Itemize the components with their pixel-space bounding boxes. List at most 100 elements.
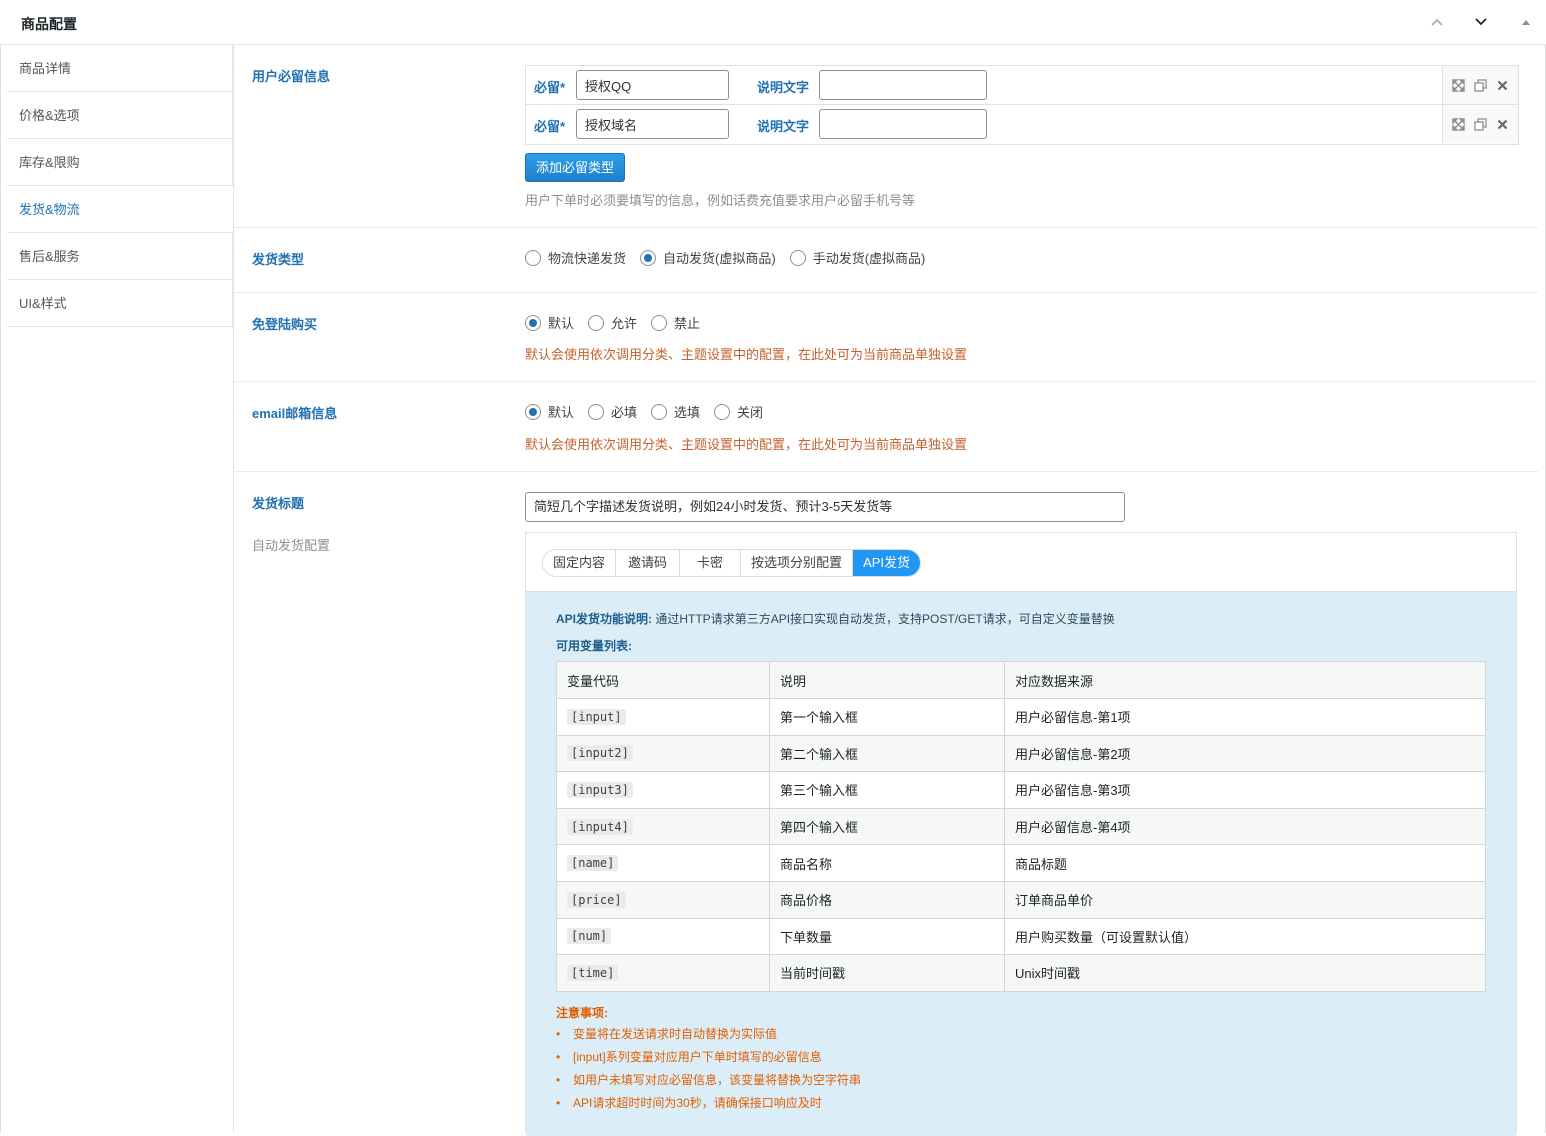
variables-title: 可用变量列表: xyxy=(556,639,632,653)
radio-label: 必填 xyxy=(611,405,638,420)
table-cell: 第一个输入框 xyxy=(769,698,1005,736)
ship-type-radios: 物流快递发货 自动发货(虚拟商品) 手动发货(虚拟商品) xyxy=(525,248,939,267)
table-row: [time] 当前时间戳 Unix时间戳 xyxy=(556,954,1486,992)
radio-ship-express[interactable]: 物流快递发货 xyxy=(525,248,626,267)
main-content: 用户必留信息 必留* 说明文字 xyxy=(233,45,1538,1136)
drag-expand-icon[interactable] xyxy=(1450,77,1466,93)
variable-code-cell: [time] xyxy=(556,954,770,992)
variable-code: [input] xyxy=(567,708,626,725)
tab-card-secret[interactable]: 卡密 xyxy=(680,550,742,576)
chevron-up-icon[interactable] xyxy=(1427,12,1447,32)
radio-circle[interactable] xyxy=(651,314,668,331)
radio-circle[interactable] xyxy=(789,249,806,266)
table-row: [price] 商品价格 订单商品单价 xyxy=(556,880,1486,919)
radio-circle[interactable] xyxy=(588,314,605,331)
required-row-label: 必留* xyxy=(534,119,566,134)
remove-icon[interactable] xyxy=(1495,77,1511,93)
required-field-input[interactable] xyxy=(576,109,729,139)
radio-guest-allow[interactable]: 允许 xyxy=(588,313,637,332)
tab-invite-code[interactable]: 邀请码 xyxy=(616,550,681,576)
panel-title: 商品配置 xyxy=(21,16,77,32)
table-cell: 第三个输入框 xyxy=(769,771,1005,809)
copy-icon[interactable] xyxy=(1472,116,1488,132)
radio-guest-forbid[interactable]: 禁止 xyxy=(651,313,700,332)
section-required-info: 用户必留信息 必留* 说明文字 xyxy=(234,45,1538,228)
notes-list: 变量将在发送请求时自动替换为实际值 [input]系列变量对应用户下单时填写的必… xyxy=(556,1023,861,1115)
variable-code: [time] xyxy=(567,964,619,981)
drag-expand-icon[interactable] xyxy=(1450,116,1466,132)
email-info-radios: 默认 必填 选填 关闭 xyxy=(525,402,777,421)
radio-label: 默认 xyxy=(548,316,575,331)
radio-circle[interactable] xyxy=(525,249,541,266)
notes-title: 注意事项: xyxy=(556,1006,608,1020)
sidebar-item-details[interactable]: 商品详情 xyxy=(7,45,232,92)
variable-code-cell: [input] xyxy=(556,698,770,736)
radio-email-optional[interactable]: 选填 xyxy=(651,402,700,421)
radio-label: 自动发货(虚拟商品) xyxy=(663,251,776,266)
variable-code-cell: [input3] xyxy=(556,771,770,809)
row-tools xyxy=(1442,66,1518,104)
collapse-toggle-icon[interactable] xyxy=(1516,12,1536,32)
table-cell: 下单数量 xyxy=(769,917,1005,956)
radio-circle[interactable] xyxy=(525,314,541,331)
column-header: 变量代码 xyxy=(556,661,770,699)
radio-circle[interactable] xyxy=(640,249,657,266)
sidebar-nav: 商品详情 价格&选项 库存&限购 发货&物流 售后&服务 UI&样式 xyxy=(7,45,233,327)
radio-email-off[interactable]: 关闭 xyxy=(714,402,763,421)
sidebar-item-stock[interactable]: 库存&限购 xyxy=(7,139,232,186)
auto-ship-config: 固定内容 邀请码 卡密 按选项分别配置 API发货 API发货功能说明: 通过H… xyxy=(525,532,1517,1136)
add-required-type-button[interactable]: 添加必留类型 xyxy=(525,153,626,182)
section-ship-type: 发货类型 物流快递发货 自动发货(虚拟商品) 手动发货(虚拟商品) xyxy=(234,228,1538,293)
sidebar: 商品详情 价格&选项 库存&限购 发货&物流 售后&服务 UI&样式 xyxy=(7,45,233,1133)
api-description-text: 通过HTTP请求第三方API接口实现自动发货，支持POST/GET请求，可自定义… xyxy=(655,612,1115,626)
required-row: 必留* 说明文字 xyxy=(526,66,1518,105)
radio-circle[interactable] xyxy=(651,403,668,420)
variables-table: 变量代码 说明 对应数据来源 [input] 第一个输入框 用户必留信息-第1项 [… xyxy=(556,661,1486,992)
auto-ship-label: 自动发货配置 xyxy=(252,538,331,553)
radio-email-default[interactable]: 默认 xyxy=(525,402,574,421)
radio-label: 手动发货(虚拟商品) xyxy=(812,251,926,266)
variable-code-cell: [price] xyxy=(556,880,770,919)
required-row-label: 必留* xyxy=(534,80,566,95)
table-cell: 用户购买数量（可设置默认值） xyxy=(1004,917,1486,956)
guest-buy-radios: 默认 允许 禁止 xyxy=(525,313,714,332)
tab-api-ship[interactable]: API发货 xyxy=(853,550,921,576)
radio-guest-default[interactable]: 默认 xyxy=(525,313,574,332)
column-header: 对应数据来源 xyxy=(1004,661,1486,699)
radio-label: 允许 xyxy=(611,316,638,331)
radio-ship-manual[interactable]: 手动发货(虚拟商品) xyxy=(789,248,926,267)
radio-email-required[interactable]: 必填 xyxy=(588,402,637,421)
copy-icon[interactable] xyxy=(1472,77,1488,93)
table-cell: 用户必留信息-第2项 xyxy=(1004,734,1486,773)
radio-ship-auto[interactable]: 自动发货(虚拟商品) xyxy=(640,248,776,267)
table-cell: Unix时间戳 xyxy=(1004,954,1486,992)
tab-per-option[interactable]: 按选项分别配置 xyxy=(741,550,854,576)
required-field-input[interactable] xyxy=(576,70,729,100)
required-row: 必留* 说明文字 xyxy=(526,105,1518,144)
table-cell: 商品价格 xyxy=(769,880,1005,919)
table-cell: 商品名称 xyxy=(769,844,1005,882)
tab-fixed-content[interactable]: 固定内容 xyxy=(543,550,617,576)
notes-box: 注意事项: 变量将在发送请求时自动替换为实际值 [input]系列变量对应用户下… xyxy=(556,1004,861,1115)
table-cell: 用户必留信息-第4项 xyxy=(1004,807,1486,846)
table-cell: 当前时间戳 xyxy=(769,954,1005,992)
sidebar-item-aftersale[interactable]: 售后&服务 xyxy=(7,233,232,280)
radio-circle[interactable] xyxy=(588,403,605,420)
remove-icon[interactable] xyxy=(1495,116,1511,132)
note-item: API请求超时时间为30秒，请确保接口响应及时 xyxy=(556,1092,861,1115)
chevron-down-icon[interactable] xyxy=(1471,12,1491,32)
description-input[interactable] xyxy=(819,109,987,139)
required-info-label: 用户必留信息 xyxy=(252,69,331,84)
sidebar-item-shipping[interactable]: 发货&物流 xyxy=(7,186,233,233)
sidebar-item-price[interactable]: 价格&选项 xyxy=(7,92,232,139)
radio-circle[interactable] xyxy=(714,403,731,420)
radio-label: 选填 xyxy=(674,405,701,420)
radio-circle[interactable] xyxy=(525,403,541,420)
table-row: [input] 第一个输入框 用户必留信息-第1项 xyxy=(556,698,1486,736)
ship-title-input[interactable]: 简短几个字描述发货说明，例如24小时发货、预计3-5天发货等 xyxy=(525,492,1125,522)
variable-code-cell: [name] xyxy=(556,844,770,882)
table-row: [input3] 第三个输入框 用户必留信息-第3项 xyxy=(556,771,1486,809)
sidebar-item-ui[interactable]: UI&样式 xyxy=(7,280,232,327)
description-input[interactable] xyxy=(819,70,987,100)
api-description: API发货功能说明: 通过HTTP请求第三方API接口实现自动发货，支持POST… xyxy=(556,610,1115,627)
